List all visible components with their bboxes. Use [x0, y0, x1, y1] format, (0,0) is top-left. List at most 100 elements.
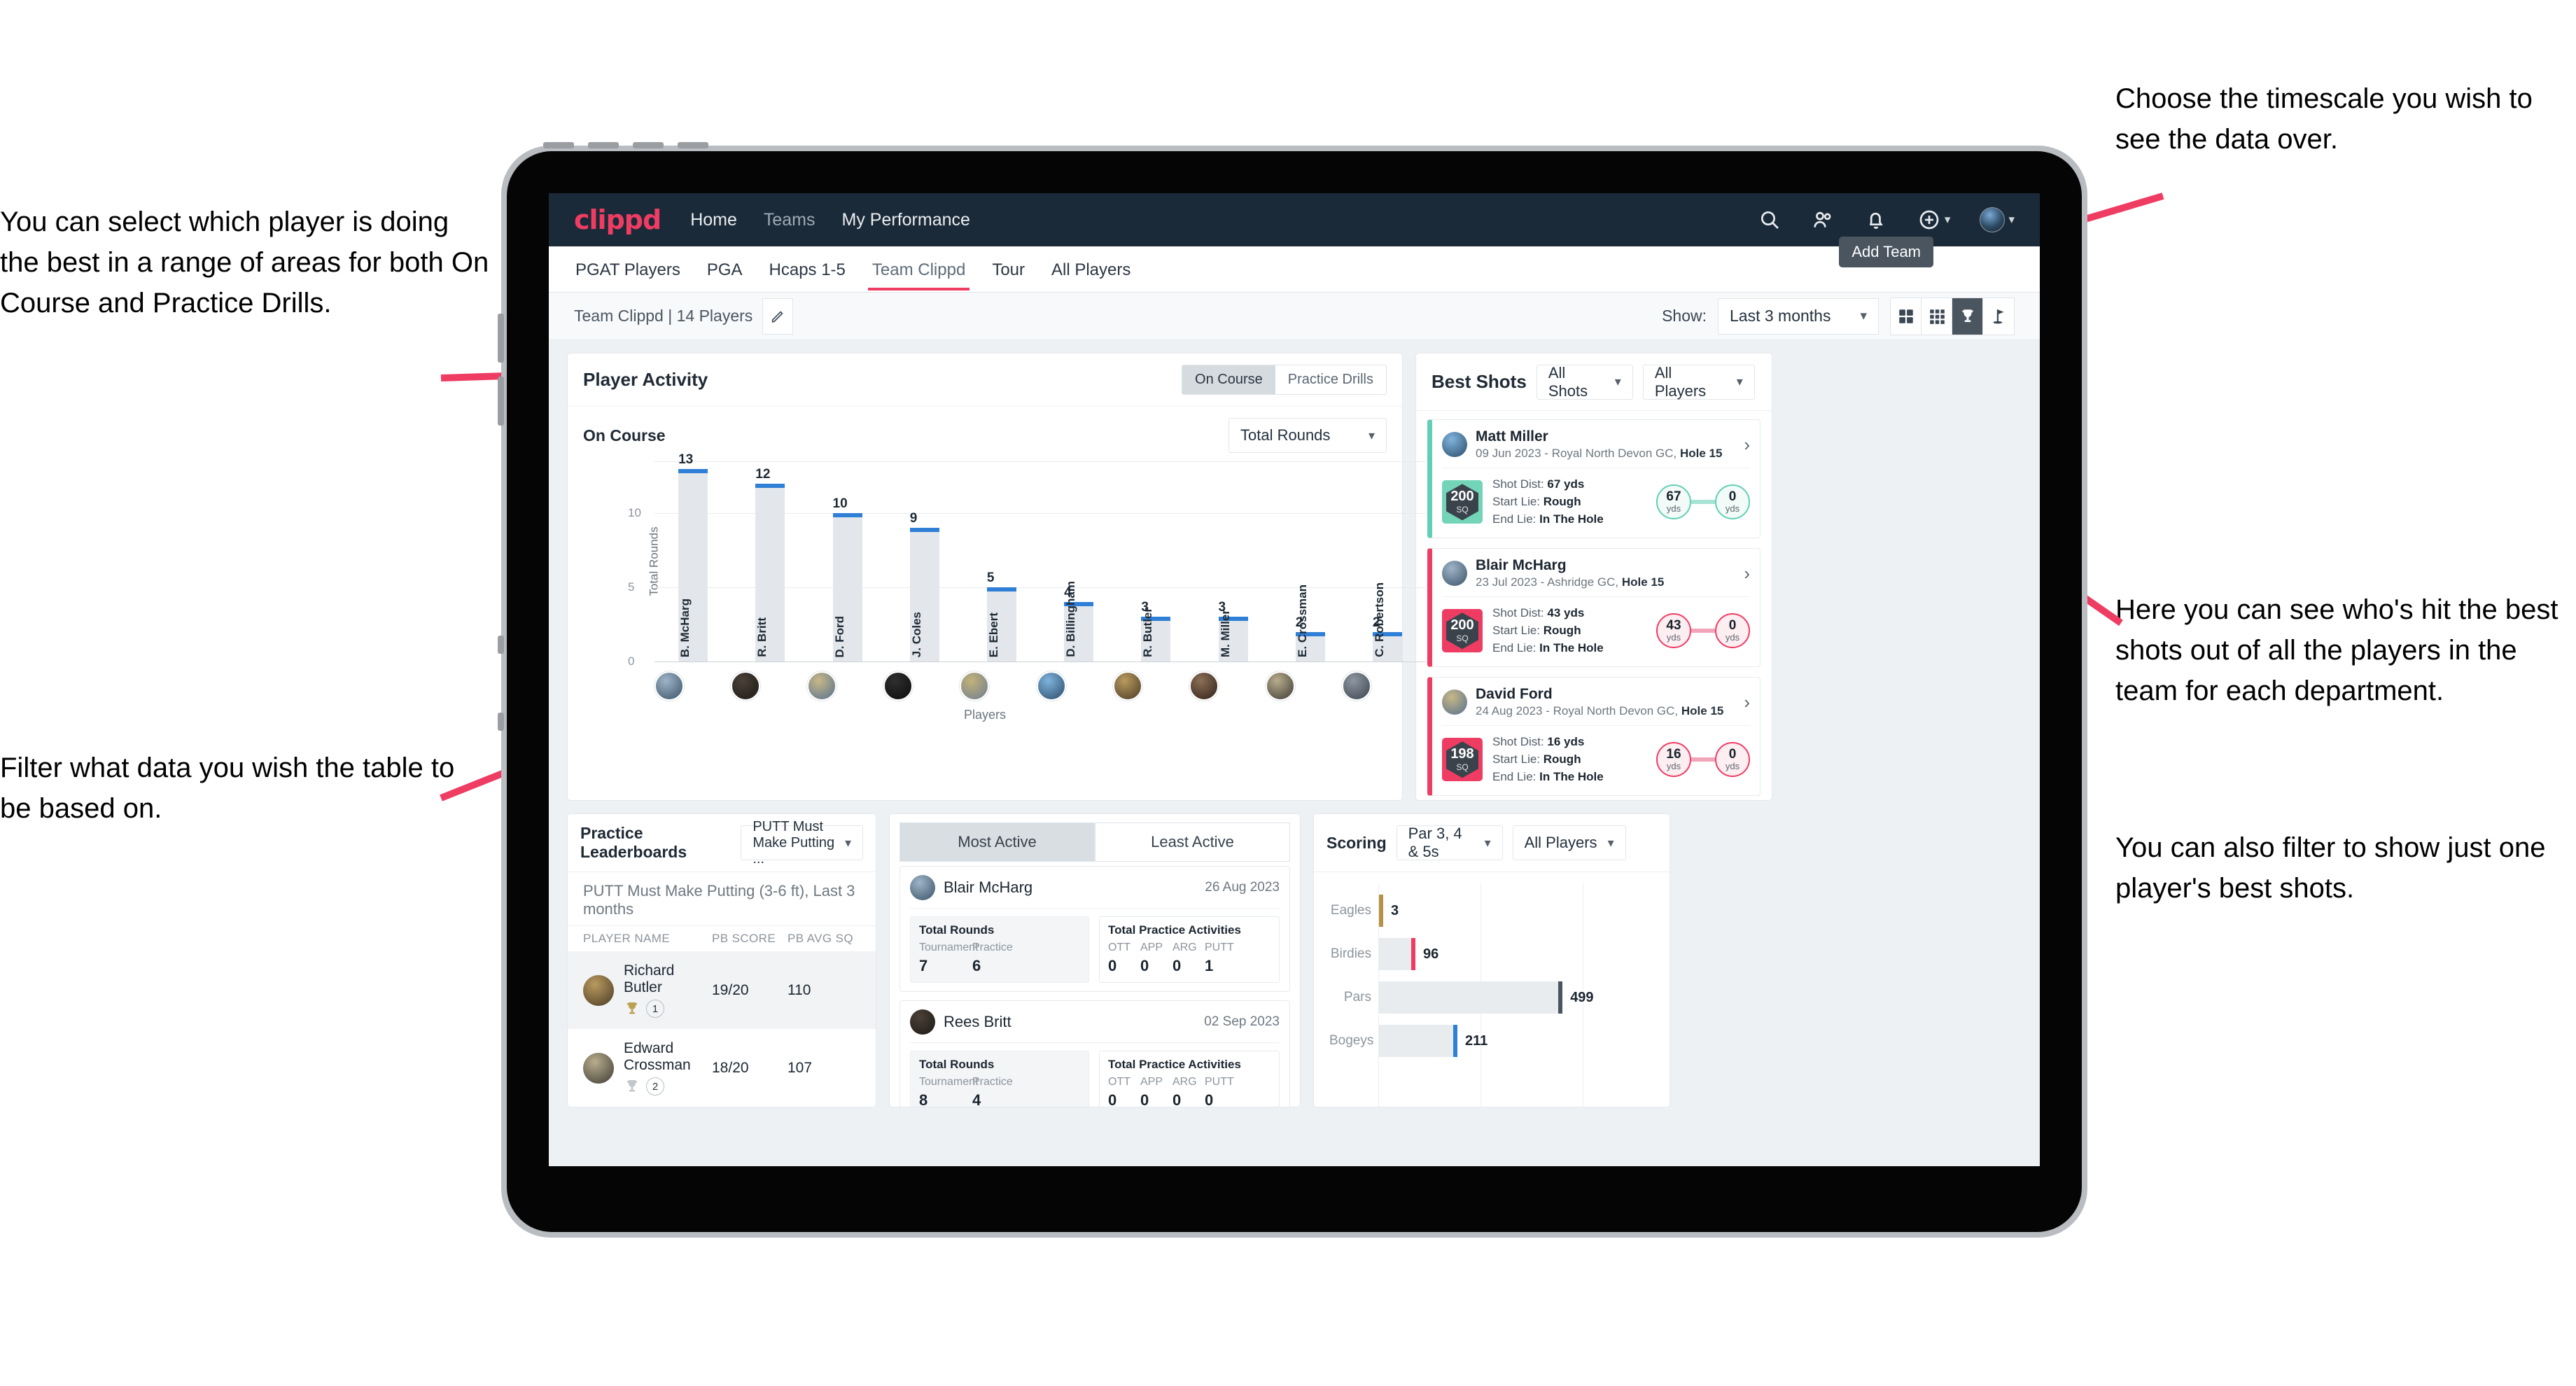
best-shot-meta: 23 Jul 2023 - Ashridge GC, Hole 15: [1476, 575, 1665, 589]
player-avatar[interactable]: [1341, 671, 1371, 701]
player-avatar[interactable]: [1189, 671, 1219, 701]
tab-all-players[interactable]: All Players: [1050, 249, 1132, 290]
chevron-down-icon: ▾: [1944, 213, 1951, 226]
annotation-left-bottom: Filter what data you wish the table to b…: [0, 752, 455, 824]
tab-most-active[interactable]: Most Active: [899, 822, 1095, 862]
tab-tour[interactable]: Tour: [990, 249, 1026, 290]
avatar: [583, 1052, 614, 1084]
best-shots-list: Matt Miller 09 Jun 2023 - Royal North Dev…: [1416, 411, 1772, 800]
bar-column: 13 B. McHarg: [654, 452, 732, 662]
user-menu[interactable]: ▾: [1980, 207, 2015, 232]
best-shot-details: Shot Dist: 16 yds Start Lie: Rough End Lie…: [1492, 734, 1604, 785]
activity-list: Blair McHarg 26 Aug 2023 Total Rounds Tourn…: [890, 866, 1300, 1107]
best-shots-shot-filter[interactable]: All Shots ▾: [1536, 364, 1633, 400]
avatar: [1442, 690, 1467, 715]
trophy-icon[interactable]: [1952, 298, 1983, 335]
chevron-right-icon[interactable]: ›: [1744, 563, 1750, 584]
bar-column: 10 D. Ford: [808, 461, 886, 662]
end-lie: End Lie: In The Hole: [1492, 769, 1604, 783]
scoring-value: 499: [1570, 989, 1594, 1005]
shot-end-node: 0 yds: [1715, 613, 1750, 649]
player-name: Edward Crossman: [624, 1040, 691, 1073]
clippd-logo[interactable]: clippd: [574, 204, 662, 235]
practice-leaderboards-title: Practice Leaderboards: [580, 824, 687, 861]
bar: 9 J. Coles: [909, 511, 939, 662]
plus-circle-menu[interactable]: ▾: [1917, 208, 1951, 232]
activity-item[interactable]: Rees Britt 02 Sep 2023 Total Rounds Tournam…: [899, 1000, 1290, 1107]
practice-col-label: APP: [1140, 1076, 1163, 1088]
nav-link-teams[interactable]: Teams: [764, 210, 816, 230]
scoring-par-filter[interactable]: Par 3, 4 & 5s ▾: [1396, 825, 1503, 860]
grid-4-icon[interactable]: [1891, 298, 1921, 335]
avatar[interactable]: [1980, 207, 2005, 232]
player-avatar[interactable]: [1112, 671, 1142, 701]
best-shot-card[interactable]: Matt Miller 09 Jun 2023 - Royal North Dev…: [1427, 419, 1760, 539]
best-shots-player-filter[interactable]: All Players ▾: [1642, 364, 1755, 400]
bar-column: 3 M. Miller: [1194, 461, 1271, 662]
grid-9-icon[interactable]: [1921, 298, 1952, 335]
player-avatar[interactable]: [731, 671, 761, 701]
par-filter-value: Par 3, 4 & 5s: [1408, 825, 1462, 860]
player-avatar[interactable]: [654, 671, 684, 701]
player-avatar[interactable]: [807, 671, 837, 701]
practice-col-label: OTT: [1108, 941, 1130, 953]
people-icon[interactable]: [1811, 208, 1835, 232]
bars-container: 13 B. McHarg 12 R. Britt 10 D. Ford 9 J. Coles 5…: [654, 452, 1426, 662]
total-rounds-title: Total Rounds: [919, 923, 995, 937]
player-avatar[interactable]: [883, 671, 913, 701]
tab-hcaps[interactable]: Hcaps 1-5: [768, 249, 847, 290]
rounds-col: Practice 4: [972, 1076, 1026, 1107]
drill-select[interactable]: PUTT Must Make Putting ... ▾: [741, 819, 863, 867]
dashboard-row-top: Player Activity On Course Practice Drill…: [567, 353, 2022, 801]
chevron-right-icon[interactable]: ›: [1744, 434, 1750, 456]
shot-connector: [1691, 757, 1715, 762]
chevron-right-icon[interactable]: ›: [1744, 692, 1750, 713]
bar-label: M. Miller: [1218, 609, 1232, 657]
scoring-row: Bogeys 211: [1329, 1025, 1654, 1057]
leaderboard-row[interactable]: Richard Butler 1 19/20 110: [568, 951, 876, 1029]
total-practice-title: Total Practice Activities: [1108, 923, 1241, 937]
plus-circle-icon[interactable]: [1917, 208, 1941, 232]
player-avatar[interactable]: [1036, 671, 1066, 701]
leaderboard-row[interactable]: Edward Crossman 2 18/20 107: [568, 1029, 876, 1107]
search-icon[interactable]: [1758, 208, 1782, 232]
scoring-title: Scoring: [1326, 833, 1387, 852]
nav-link-home[interactable]: Home: [690, 210, 737, 230]
segment-on-course[interactable]: On Course: [1182, 365, 1275, 394]
scoring-bar-cap: [1453, 1025, 1458, 1057]
bell-icon[interactable]: [1864, 208, 1888, 232]
timescale-select[interactable]: Last 3 months ▾: [1718, 298, 1879, 335]
tab-pgat-players[interactable]: PGAT Players: [574, 249, 682, 290]
best-shot-card[interactable]: Blair McHarg 23 Jul 2023 - Ashridge GC, H…: [1427, 548, 1760, 668]
bar-label: D. Ford: [832, 615, 846, 658]
screenshot-stage: You can select which player is doing the…: [0, 0, 2576, 1386]
bar: 3 M. Miller: [1218, 600, 1248, 662]
best-shot-player: David Ford: [1476, 686, 1553, 703]
scoring-row: Birdies 96: [1329, 938, 1654, 970]
team-title: Team Clippd | 14 Players: [574, 307, 752, 326]
avatar: [1442, 561, 1467, 587]
bar: 10 D. Ford: [832, 496, 862, 662]
flag-icon[interactable]: [1983, 298, 2014, 335]
player-avatar[interactable]: [960, 671, 990, 701]
rounds-col: Practice 6: [972, 941, 1026, 975]
edit-team-button[interactable]: [762, 298, 794, 335]
scoring-player-filter[interactable]: All Players ▾: [1512, 825, 1626, 860]
player-avatar[interactable]: [1265, 671, 1295, 701]
metric-select[interactable]: Total Rounds ▾: [1228, 418, 1387, 453]
bar: 12 R. Britt: [755, 467, 785, 662]
tab-team-clippd[interactable]: Team Clippd: [867, 249, 970, 290]
nav-link-my-performance[interactable]: My Performance: [842, 210, 970, 230]
segment-practice-drills[interactable]: Practice Drills: [1275, 365, 1386, 394]
best-shot-card[interactable]: David Ford 24 Aug 2023 - Royal North Devo…: [1427, 677, 1760, 797]
best-shots-card: Best Shots All Shots ▾ All Players ▾ Mat…: [1415, 353, 1772, 801]
bar-plot: Total Rounds 10 5 0 13 B. McHarg 12 R. Brit…: [622, 452, 1426, 668]
tab-pga[interactable]: PGA: [706, 249, 744, 290]
activity-player-name: Rees Britt: [944, 1013, 1011, 1030]
rounds-col-value: 4: [972, 1091, 981, 1107]
player-badges: 2: [624, 1077, 712, 1096]
tab-least-active[interactable]: Least Active: [1095, 822, 1290, 862]
activity-item[interactable]: Blair McHarg 26 Aug 2023 Total Rounds Tourn…: [899, 866, 1290, 992]
avatar: [583, 974, 614, 1006]
shot-quality-value: 200: [1450, 617, 1474, 634]
